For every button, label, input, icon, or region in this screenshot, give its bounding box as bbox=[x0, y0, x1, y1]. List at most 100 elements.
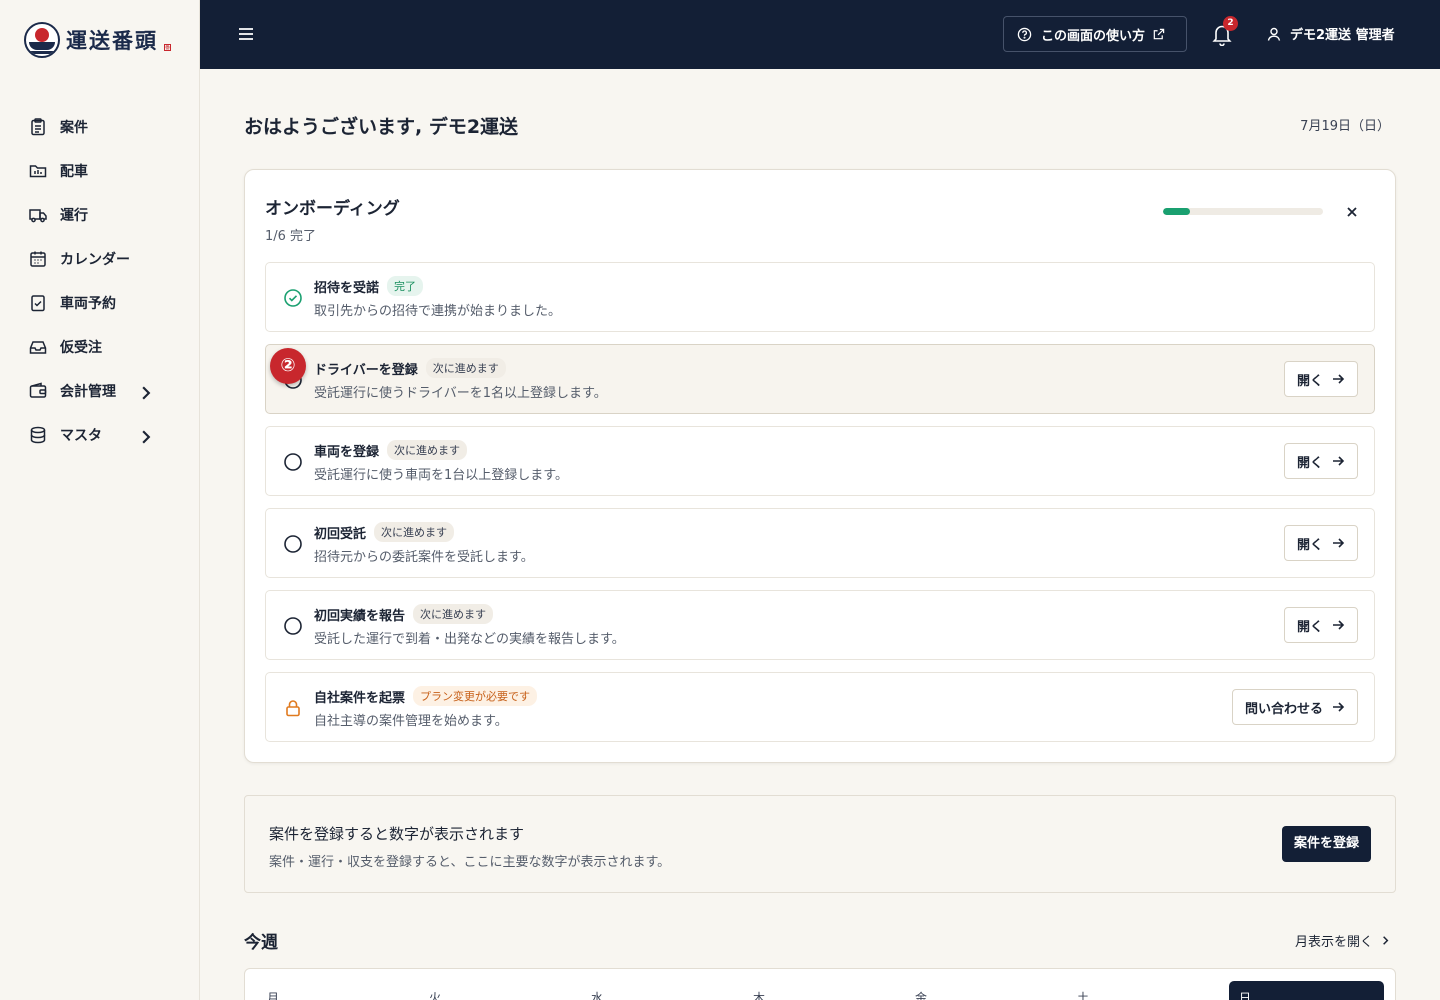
sidebar-item-dispatch[interactable]: 配車 bbox=[0, 149, 200, 193]
sidebar-item-cases[interactable]: 案件 bbox=[0, 105, 200, 149]
empty-circle-icon bbox=[284, 617, 302, 635]
truck-icon bbox=[29, 209, 47, 223]
step-title: ドライバーを登録 bbox=[314, 362, 418, 378]
help-button[interactable]: この画面の使い方 bbox=[1003, 16, 1187, 52]
chevron-right-icon bbox=[142, 386, 151, 400]
step-title: 自社案件を起票 bbox=[314, 690, 406, 706]
status-badge: プラン変更が必要です bbox=[413, 686, 538, 706]
wallet-icon bbox=[29, 382, 47, 398]
current-step-marker: ② bbox=[270, 348, 306, 384]
onboarding-step-first-report[interactable]: 初回実績を報告 次に進めます 受託した運行で到着・出発などの実績を報告します。 開… bbox=[265, 590, 1375, 660]
sidebar-item-label: 仮受注 bbox=[60, 340, 102, 356]
current-date: 7月19日（日） bbox=[1300, 119, 1390, 134]
sidebar-nav: 案件 配車 運行 カレンダー 車両予約 仮受注 会計管理 マスタ bbox=[0, 105, 200, 457]
ship-logo-icon bbox=[24, 22, 60, 58]
sidebar-item-operations[interactable]: 運行 bbox=[0, 193, 200, 237]
step-title: 車両を登録 bbox=[314, 444, 380, 460]
sidebar-item-label: 配車 bbox=[60, 164, 88, 180]
onboarding-progress-text: 1/6 完了 bbox=[265, 229, 317, 244]
open-button-label: 開く bbox=[1296, 537, 1323, 553]
sidebar-item-calendar[interactable]: カレンダー bbox=[0, 237, 200, 281]
open-button[interactable]: 開く bbox=[1283, 443, 1358, 479]
stats-empty-state: 案件を登録すると数字が表示されます 案件・運行・収支を登録すると、ここに主要な数… bbox=[244, 795, 1396, 893]
calendar-icon bbox=[30, 251, 46, 267]
sidebar-item-label: カレンダー bbox=[60, 252, 130, 268]
database-icon bbox=[30, 426, 46, 444]
open-button[interactable]: 開く bbox=[1283, 525, 1358, 561]
open-button[interactable]: 開く bbox=[1283, 607, 1358, 643]
help-circle-icon bbox=[1017, 27, 1032, 41]
sidebar-item-accounting[interactable]: 会計管理 bbox=[0, 369, 200, 413]
arrow-right-icon bbox=[1333, 538, 1345, 548]
onboarding-step-first-contract[interactable]: 初回受託 次に進めます 招待元からの委託案件を受託します。 開く bbox=[265, 508, 1375, 578]
arrow-right-icon bbox=[1333, 702, 1345, 712]
step-title: 初回受託 bbox=[314, 526, 367, 542]
clipboard-icon bbox=[31, 118, 45, 136]
open-button-label: 開く bbox=[1296, 619, 1323, 635]
onboarding-step-register-driver[interactable]: ドライバーを登録 次に進めます 受託運行に使うドライバーを1名以上登録します。 開… bbox=[265, 344, 1375, 414]
greeting-heading: おはようございます, デモ2運送 bbox=[244, 116, 519, 138]
contact-button-label: 問い合わせる bbox=[1244, 701, 1323, 717]
open-button-label: 開く bbox=[1296, 455, 1323, 471]
open-button[interactable]: 開く bbox=[1283, 361, 1358, 397]
empty-state-title: 案件を登録すると数字が表示されます bbox=[269, 825, 525, 843]
week-calendar: 月 火 水 木 金 土 日 bbox=[244, 968, 1396, 1000]
brand-seal: 番 bbox=[164, 43, 171, 51]
onboarding-step-accept-invite: 招待を受諾 完了 取引先からの招待で連携が始まりました。 bbox=[265, 262, 1375, 332]
contact-button[interactable]: 問い合わせる bbox=[1231, 689, 1358, 725]
menu-icon[interactable] bbox=[236, 24, 256, 44]
brand-logo[interactable]: 運送番頭 番 bbox=[24, 22, 171, 58]
sidebar-item-label: マスタ bbox=[60, 428, 102, 444]
clipboard-check-icon bbox=[31, 295, 45, 312]
step-description: 招待元からの委託案件を受託します。 bbox=[314, 550, 534, 565]
status-badge: 次に進めます bbox=[374, 522, 455, 542]
check-circle-icon bbox=[284, 289, 302, 307]
open-button-label: 開く bbox=[1296, 373, 1323, 389]
help-button-label: この画面の使い方 bbox=[1041, 28, 1146, 44]
user-icon bbox=[1267, 27, 1281, 41]
external-link-icon bbox=[1153, 28, 1165, 39]
brand-name: 運送番頭 bbox=[66, 28, 158, 53]
sidebar-item-vehicle-booking[interactable]: 車両予約 bbox=[0, 281, 200, 325]
register-case-button[interactable]: 案件を登録 bbox=[1281, 826, 1371, 862]
status-badge: 完了 bbox=[387, 276, 424, 296]
onboarding-step-own-cases[interactable]: 自社案件を起票 プラン変更が必要です 自社主導の案件管理を始めます。 問い合わせる bbox=[265, 672, 1375, 742]
sidebar: 運送番頭 番 案件 配車 運行 カレンダー 車両予約 仮受注 会計管理 マスタ bbox=[0, 0, 200, 1000]
step-title: 初回実績を報告 bbox=[314, 608, 406, 624]
onboarding-step-register-vehicle[interactable]: 車両を登録 次に進めます 受託運行に使う車両を1台以上登録します。 開く bbox=[265, 426, 1375, 496]
day-label: 月 bbox=[267, 991, 280, 1000]
step-title: 招待を受諾 bbox=[314, 280, 380, 296]
onboarding-progress-bar bbox=[1163, 208, 1323, 215]
day-label: 日 bbox=[1239, 991, 1252, 1000]
step-description: 受託した運行で到着・出発などの実績を報告します。 bbox=[314, 632, 625, 647]
status-badge: 次に進めます bbox=[387, 440, 468, 460]
chevron-right-icon bbox=[1383, 936, 1389, 945]
month-view-link-label: 月表示を開く bbox=[1294, 935, 1373, 950]
day-label: 火 bbox=[429, 991, 442, 1000]
day-label: 金 bbox=[915, 991, 928, 1000]
notification-count-badge: 2 bbox=[1223, 16, 1238, 31]
day-label: 水 bbox=[591, 991, 604, 1000]
inbox-icon bbox=[29, 341, 47, 354]
chevron-right-icon bbox=[142, 430, 151, 444]
month-view-link[interactable]: 月表示を開く bbox=[1295, 931, 1392, 950]
arrow-right-icon bbox=[1333, 620, 1345, 630]
user-menu[interactable]: デモ2運送 管理者 bbox=[1266, 24, 1395, 43]
onboarding-progress-fill bbox=[1163, 208, 1190, 215]
sidebar-item-master[interactable]: マスタ bbox=[0, 413, 200, 457]
day-label: 土 bbox=[1077, 991, 1090, 1000]
empty-circle-icon bbox=[284, 535, 302, 553]
status-badge: 次に進めます bbox=[425, 358, 506, 378]
sidebar-item-label: 運行 bbox=[60, 208, 88, 224]
status-badge: 次に進めます bbox=[413, 604, 494, 624]
onboarding-card: オンボーディング 1/6 完了 招待を受諾 完了 取引先からの招待で連携が始まりま… bbox=[244, 169, 1396, 763]
sidebar-item-label: 会計管理 bbox=[60, 384, 116, 400]
today-column[interactable]: 日 bbox=[1229, 981, 1384, 1000]
arrow-right-icon bbox=[1333, 456, 1345, 466]
onboarding-title: オンボーディング bbox=[265, 199, 400, 219]
day-label: 木 bbox=[753, 991, 766, 1000]
sidebar-item-provisional-orders[interactable]: 仮受注 bbox=[0, 325, 200, 369]
lock-icon bbox=[286, 700, 300, 717]
close-icon[interactable] bbox=[1343, 203, 1361, 221]
step-description: 受託運行に使う車両を1台以上登録します。 bbox=[314, 468, 568, 483]
